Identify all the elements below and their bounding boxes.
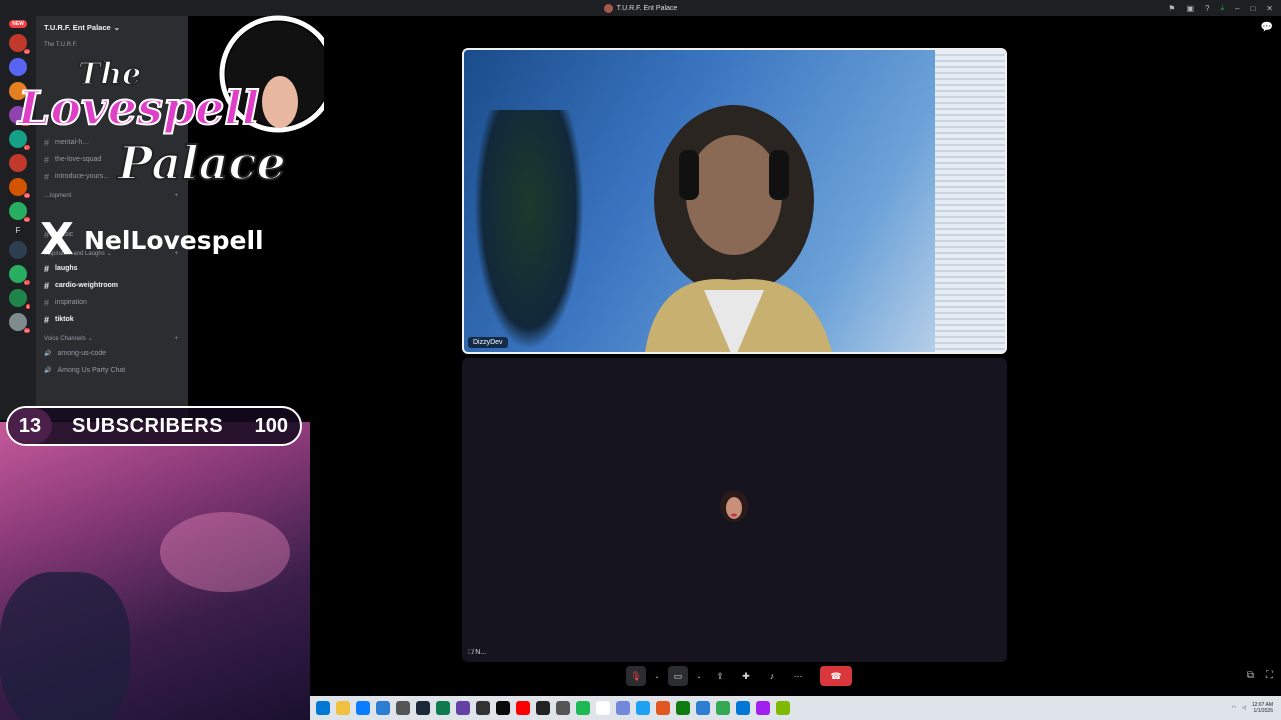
text-channel-item[interactable]: # cardio-weightroom xyxy=(36,277,188,294)
speaker-icon: 🔊 xyxy=(44,351,52,357)
taskbar-app-icon[interactable] xyxy=(776,701,790,715)
taskbar-app-icon[interactable] xyxy=(376,701,390,715)
server-icon[interactable]: 44 xyxy=(9,313,30,333)
screen: T.U.R.F. Ent Palace ⚑ ▣ ? ⤓ – □ ✕ NEW 44… xyxy=(0,0,1281,720)
subscriber-count: 13 xyxy=(8,408,52,444)
video-tile-avatar[interactable]: 🎙̸ N... xyxy=(462,358,1007,662)
unread-badge: 8 xyxy=(25,304,30,309)
taskbar-app-icon[interactable] xyxy=(596,701,610,715)
subscriber-goal: 100 xyxy=(254,414,288,437)
svg-text:Palace: Palace xyxy=(116,136,286,190)
taskbar-app-icon[interactable] xyxy=(556,701,570,715)
mic-muted-icon: 🎙̸ xyxy=(468,649,474,656)
x-logo-icon: X xyxy=(40,214,74,265)
lovespell-palace-logo: The Lovespell Palace xyxy=(15,15,324,191)
subscriber-label: SUBSCRIBERS xyxy=(72,414,224,437)
category-voice[interactable]: Voice Channels ⌄ + xyxy=(36,328,188,345)
taskbar-app-icon[interactable] xyxy=(516,701,530,715)
taskbar-app-icon[interactable] xyxy=(436,701,450,715)
channel-name: tiktok xyxy=(55,316,74,323)
fullscreen-icon[interactable]: ⛶ xyxy=(1266,670,1273,681)
hash-icon: # xyxy=(44,280,50,291)
stage-corner-actions: ⧉ ⛶ xyxy=(1247,670,1273,681)
taskbar-app-icon[interactable] xyxy=(636,701,650,715)
flag-icon[interactable]: ⚑ xyxy=(1168,4,1175,13)
windows-taskbar: ◠ ◁ 12:07 AM 1/1/2026 xyxy=(310,696,1281,720)
chat-icon[interactable]: 💬 xyxy=(1261,22,1273,33)
voice-channel-item[interactable]: 🔊 among-us-code xyxy=(36,345,188,362)
streamer-webcam xyxy=(0,422,310,720)
video-tile-dizzydev[interactable]: DizzyDev xyxy=(462,48,1007,354)
channel-name: inspiration xyxy=(55,299,87,306)
popout-icon[interactable]: ⧉ xyxy=(1247,670,1254,681)
system-tray: ◠ ◁ 12:07 AM 1/1/2026 xyxy=(1232,702,1281,714)
wifi-icon[interactable]: ◠ xyxy=(1232,705,1236,711)
taskbar-app-icon[interactable] xyxy=(756,701,770,715)
participant-avatar xyxy=(720,490,748,522)
text-channel-item[interactable]: # inspiration xyxy=(36,294,188,311)
server-icon[interactable]: 8 xyxy=(9,289,30,309)
server-icon[interactable] xyxy=(9,241,27,259)
speaker-icon: 🔊 xyxy=(44,368,52,374)
taskbar-app-icon[interactable] xyxy=(716,701,730,715)
hash-icon: # xyxy=(44,297,50,308)
taskbar-app-icon[interactable] xyxy=(576,701,590,715)
taskbar-app-icon[interactable] xyxy=(696,701,710,715)
participant-video xyxy=(645,105,832,352)
taskbar-app-icon[interactable] xyxy=(356,701,370,715)
server-icon xyxy=(603,3,613,13)
screen-share-icon[interactable]: ⇪ xyxy=(710,666,730,686)
taskbar-app-icon[interactable] xyxy=(456,701,470,715)
maximize-icon[interactable]: □ xyxy=(1250,4,1255,13)
server-letter-icon[interactable]: F xyxy=(16,226,21,235)
camera-off-icon[interactable]: ▭ xyxy=(668,666,688,686)
x-handle-overlay: X NelLovespell xyxy=(40,218,264,262)
svg-text:Lovespell: Lovespell xyxy=(16,81,259,135)
chevron-down-icon[interactable]: ⌄ xyxy=(652,666,662,686)
taskbar-app-icon[interactable] xyxy=(616,701,630,715)
unread-badge: 17 xyxy=(23,280,30,285)
soundboard-icon[interactable]: ♪ xyxy=(762,666,782,686)
title-bar-actions: ⚑ ▣ ? ⤓ – □ ✕ xyxy=(1168,0,1281,16)
clock[interactable]: 12:07 AM 1/1/2026 xyxy=(1252,702,1273,714)
taskbar-app-icon[interactable] xyxy=(736,701,750,715)
screen-icon[interactable]: ▣ xyxy=(1186,4,1194,13)
channel-name: cardio-weightroom xyxy=(55,282,119,289)
channel-name: Among Us Party Chat xyxy=(57,367,126,374)
text-channel-item[interactable]: # tiktok xyxy=(36,311,188,328)
server-icon[interactable]: 17 xyxy=(9,265,30,285)
activities-icon[interactable]: ✚ xyxy=(736,666,756,686)
voice-channel-item[interactable]: 🔊 Among Us Party Chat xyxy=(36,362,188,379)
hash-icon: # xyxy=(44,263,50,274)
call-controls: 🎙 ⌄ ▭ ⌄ ⇪ ✚ ♪ ⋯ ☎ xyxy=(626,666,852,686)
taskbar-app-icon[interactable] xyxy=(336,701,350,715)
channel-name: laughs xyxy=(55,265,78,272)
minimize-icon[interactable]: – xyxy=(1235,4,1239,13)
channel-name: among-us-code xyxy=(57,350,107,357)
download-icon[interactable]: ⤓ xyxy=(1220,3,1224,13)
subscriber-goal-bar: 13 SUBSCRIBERS 100 xyxy=(6,406,302,446)
taskbar-app-icon[interactable] xyxy=(536,701,550,715)
participant-name-tag: 🎙̸ N... xyxy=(468,649,487,656)
taskbar-app-icon[interactable] xyxy=(676,701,690,715)
taskbar-app-icon[interactable] xyxy=(476,701,490,715)
hangup-icon[interactable]: ☎ xyxy=(820,666,852,686)
taskbar-app-icon[interactable] xyxy=(316,701,330,715)
taskbar-app-icon[interactable] xyxy=(396,701,410,715)
more-icon[interactable]: ⋯ xyxy=(788,666,808,686)
close-icon[interactable]: ✕ xyxy=(1266,4,1273,13)
hash-icon: # xyxy=(44,314,50,325)
taskbar-app-icon[interactable] xyxy=(416,701,430,715)
mic-muted-icon[interactable]: 🎙 xyxy=(626,666,646,686)
participant-name-tag: DizzyDev xyxy=(468,337,508,348)
handle-text: NelLovespell xyxy=(83,225,264,255)
help-icon[interactable]: ? xyxy=(1205,4,1209,13)
volume-icon[interactable]: ◁ xyxy=(1242,705,1246,711)
window-title: T.U.R.F. Ent Palace xyxy=(616,4,678,12)
chevron-down-icon[interactable]: ⌄ xyxy=(694,666,704,686)
unread-badge: 44 xyxy=(23,328,30,333)
taskbar-app-icon[interactable] xyxy=(496,701,510,715)
taskbar-app-icon[interactable] xyxy=(656,701,670,715)
